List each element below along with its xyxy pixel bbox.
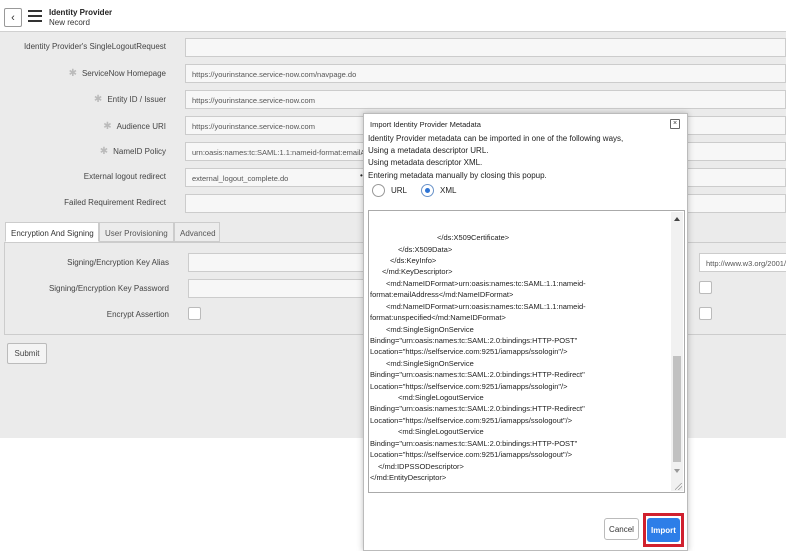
xml-line: Location="https://selfservice.com:9251/i… bbox=[370, 450, 573, 459]
xml-line: <md:NameIDFormat>urn:oasis:names:tc:SAML… bbox=[386, 302, 586, 311]
option-checkbox[interactable] bbox=[699, 281, 712, 294]
xml-line: Binding="urn:oasis:names:tc:SAML:2.0:bin… bbox=[370, 336, 578, 345]
dialog-bullet: Using a metadata descriptor URL. bbox=[368, 146, 489, 156]
field-label: ✱ Audience URI bbox=[103, 121, 166, 132]
page-title: Identity Provider bbox=[49, 8, 113, 17]
xml-line: </md:EntityDescriptor> bbox=[370, 473, 447, 482]
resize-grip-icon[interactable] bbox=[675, 483, 682, 490]
field-label: ✱ Entity ID / Issuer bbox=[93, 94, 166, 105]
required-icon: ✱ bbox=[68, 68, 77, 79]
tab-user-provisioning[interactable]: User Provisioning bbox=[99, 222, 174, 242]
xml-line: <md:SingleSignOnService bbox=[386, 359, 474, 368]
xml-line: </ds:X509Certificate> bbox=[437, 233, 510, 242]
field-label: ✱ ServiceNow Homepage bbox=[68, 68, 166, 79]
chevron-left-icon: ‹ bbox=[11, 11, 15, 24]
field-label: External logout redirect bbox=[83, 172, 166, 181]
tab-encryption-and-signing[interactable]: Encryption And Signing bbox=[5, 222, 99, 242]
field-label: Identity Provider's SingleLogoutRequest bbox=[23, 42, 166, 51]
dialog-intro: Identity Provider metadata can be import… bbox=[368, 134, 624, 143]
scroll-up-icon[interactable] bbox=[674, 217, 680, 221]
dialog-bullet: • Entering metadata manually by closing t… bbox=[360, 170, 547, 180]
encrypt-assertion-checkbox[interactable] bbox=[188, 307, 201, 320]
xml-line: <md:SingleLogoutService bbox=[398, 427, 484, 436]
hamburger-menu-icon[interactable] bbox=[28, 10, 42, 25]
xml-line: <md:NameIDFormat>urn:oasis:names:tc:SAML… bbox=[386, 279, 586, 288]
header-bar: ‹ Identity Provider New record bbox=[0, 0, 786, 32]
dialog-title: Import Identity Provider Metadata bbox=[370, 120, 481, 129]
xml-line: format:emailAddress</md:NameIDFormat> bbox=[370, 290, 514, 299]
import-button[interactable]: Import bbox=[647, 518, 680, 542]
xml-line: <md:SingleLogoutService bbox=[398, 393, 484, 402]
metadata-xml-textarea[interactable]: </ds:X509Certificate> </ds:X509Data> </d… bbox=[368, 210, 685, 493]
import-metadata-dialog: Import Identity Provider Metadata × Iden… bbox=[360, 113, 688, 551]
textarea-scrollbar[interactable] bbox=[671, 212, 683, 491]
field-label: Signing/Encryption Key Alias bbox=[67, 258, 169, 267]
xml-line: Location="https://selfservice.com:9251/i… bbox=[370, 382, 568, 391]
required-icon: ✱ bbox=[103, 121, 112, 132]
option-checkbox[interactable] bbox=[699, 307, 712, 320]
tab-advanced[interactable]: Advanced bbox=[174, 222, 220, 242]
xml-line: <md:SingleSignOnService bbox=[386, 325, 474, 334]
scroll-down-icon[interactable] bbox=[674, 469, 680, 473]
field-label: Signing/Encryption Key Password bbox=[48, 284, 169, 293]
xml-line: Binding="urn:oasis:names:tc:SAML:2.0:bin… bbox=[370, 404, 585, 413]
field-label: ✱ NameID Policy bbox=[99, 146, 166, 157]
radio-selected-icon bbox=[421, 184, 434, 197]
xml-line: Binding="urn:oasis:names:tc:SAML:2.0:bin… bbox=[370, 370, 585, 379]
servicenow-homepage-input[interactable]: https://yourinstance.service-now.com/nav… bbox=[185, 64, 786, 83]
required-icon: ✱ bbox=[99, 146, 109, 157]
dialog-bullet: Using metadata descriptor XML. bbox=[368, 158, 483, 168]
dialog-description: Identity Provider metadata can be import… bbox=[360, 133, 624, 182]
xml-line: </md:IDPSSODescriptor> bbox=[378, 462, 464, 471]
submit-button[interactable]: Submit bbox=[7, 343, 47, 364]
back-button[interactable]: ‹ bbox=[4, 8, 22, 27]
key-alias-input[interactable] bbox=[188, 253, 368, 272]
scrollbar-thumb[interactable] bbox=[673, 356, 681, 462]
xml-line: </ds:X509Data> bbox=[398, 245, 453, 254]
cancel-button[interactable]: Cancel bbox=[604, 518, 639, 540]
required-icon: ✱ bbox=[93, 94, 103, 105]
xml-line: </md:KeyDescriptor> bbox=[382, 267, 453, 276]
key-password-input[interactable] bbox=[188, 279, 368, 298]
close-icon[interactable]: × bbox=[670, 119, 680, 129]
radio-circle-icon bbox=[372, 184, 385, 197]
xml-line: Location="https://selfservice.com:9251/i… bbox=[370, 347, 568, 356]
xml-line: Binding="urn:oasis:names:tc:SAML:2.0:bin… bbox=[370, 439, 578, 448]
xml-line: format:unspecified</md:NameIDFormat> bbox=[370, 313, 506, 322]
signature-algorithm-input[interactable]: http://www.w3.org/2001/04/xmldsig-more#r… bbox=[699, 253, 786, 272]
entity-id-input[interactable]: https://yourinstance.service-now.com bbox=[185, 90, 786, 109]
field-label: Failed Requirement Redirect bbox=[64, 198, 166, 207]
xml-line: </ds:KeyInfo> bbox=[390, 256, 437, 265]
field-label: Encrypt Assertion bbox=[106, 310, 169, 319]
xml-line: Location="https://selfservice.com:9251/i… bbox=[370, 416, 573, 425]
singlelogoutrequest-input[interactable] bbox=[185, 38, 786, 57]
page-subtitle: New record bbox=[49, 18, 90, 27]
